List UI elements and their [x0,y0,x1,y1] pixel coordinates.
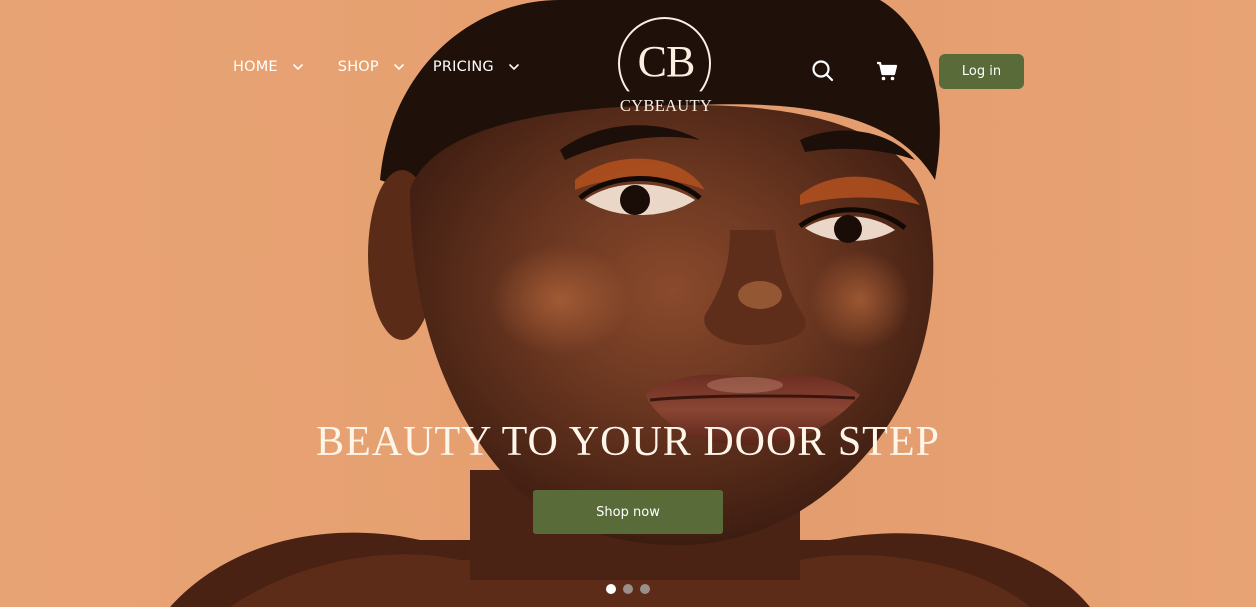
carousel-dot-3[interactable] [640,584,650,594]
nav-item-label: HOME [233,59,278,75]
main-nav: HOME SHOP PRICING [233,52,520,82]
nav-item-label: SHOP [337,59,379,75]
logo-wordmark: CYBEAUTY [619,96,713,115]
nav-item-pricing[interactable]: PRICING [433,52,520,82]
carousel-dot-1[interactable] [606,584,616,594]
cart-button[interactable] [874,58,900,84]
logo-monogram: CB [637,37,696,86]
shop-now-button[interactable]: Shop now [533,490,723,534]
chevron-down-icon [394,64,404,71]
cart-icon [877,61,898,81]
search-icon [812,60,834,82]
carousel-dots [606,584,650,594]
nav-item-shop[interactable]: SHOP [338,52,405,82]
chevron-down-icon [292,64,303,71]
nav-item-home[interactable]: HOME [233,52,304,82]
hero-headline: BEAUTY TO YOUR DOOR STEP [316,419,940,465]
login-button[interactable]: Log in [939,54,1024,89]
search-button[interactable] [810,58,836,84]
brand-logo[interactable]: CB CYBEAUTY [616,16,716,116]
carousel-dot-2[interactable] [623,584,633,594]
chevron-down-icon [509,64,519,71]
nav-item-label: PRICING [432,59,494,75]
